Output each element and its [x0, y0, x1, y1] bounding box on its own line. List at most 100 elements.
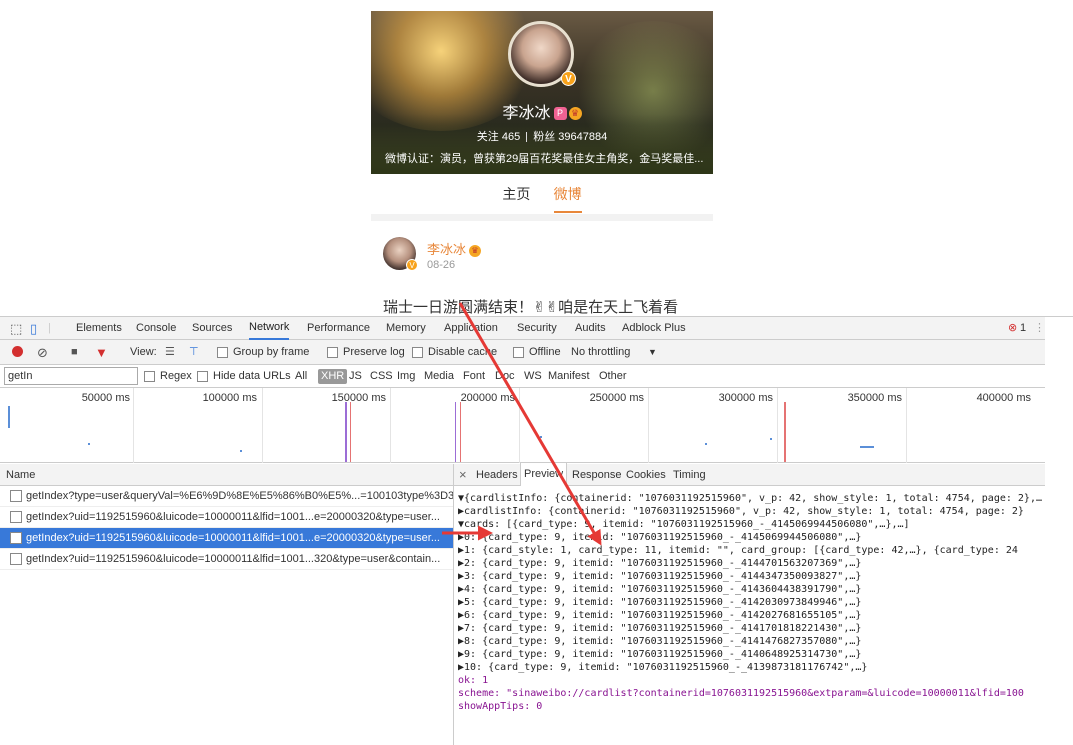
- preview-line[interactable]: ▶10: {card_type: 9, itemid: "10760311925…: [458, 661, 867, 674]
- preview-line[interactable]: ▶4: {card_type: 9, itemid: "107603119251…: [458, 583, 861, 596]
- waterfall-view-icon[interactable]: ⊤: [189, 340, 199, 365]
- error-icon[interactable]: ⊗: [1008, 317, 1017, 340]
- preview-line[interactable]: ▶2: {card_type: 9, itemid: "107603119251…: [458, 557, 861, 570]
- preview-line[interactable]: ▼{cardlistInfo: {containerid: "107603119…: [458, 492, 1042, 505]
- record-icon[interactable]: [12, 346, 23, 357]
- preview-line[interactable]: ▶8: {card_type: 9, itemid: "107603119251…: [458, 635, 861, 648]
- tab-home[interactable]: 主页: [502, 184, 530, 211]
- detail-tabbar: × Headers Preview Response Cookies Timin…: [454, 463, 1045, 486]
- filter-icon[interactable]: ▼: [95, 340, 108, 365]
- tab-timing[interactable]: Timing: [673, 464, 706, 486]
- request-name[interactable]: getIndex?type=user&queryVal=%E6%9D%8E%E5…: [26, 486, 453, 506]
- type-js[interactable]: JS: [349, 365, 362, 388]
- followers-count[interactable]: 粉丝 39647884: [533, 131, 607, 143]
- preview-line[interactable]: ▶7: {card_type: 9, itemid: "107603119251…: [458, 622, 861, 635]
- request-row-selected[interactable]: getIndex?uid=1192515960&luicode=10000011…: [0, 528, 453, 549]
- device-toggle-icon[interactable]: ▯: [30, 317, 37, 340]
- list-view-icon[interactable]: ☰: [165, 340, 175, 365]
- timeline-tick: 100000 ms: [202, 392, 257, 404]
- tab-security[interactable]: Security: [517, 317, 557, 340]
- tab-audits[interactable]: Audits: [575, 317, 606, 340]
- type-img[interactable]: Img: [397, 365, 415, 388]
- preview-line[interactable]: ▶5: {card_type: 9, itemid: "107603119251…: [458, 596, 861, 609]
- video-capture-icon[interactable]: ■: [71, 340, 78, 365]
- divider: |: [48, 322, 51, 334]
- preview-line[interactable]: ▶1: {card_style: 1, card_type: 11, itemi…: [458, 544, 1018, 557]
- tab-elements[interactable]: Elements: [76, 317, 122, 340]
- preview-line[interactable]: ok: 1: [458, 674, 488, 687]
- type-manifest[interactable]: Manifest: [548, 365, 590, 388]
- timeline-overview[interactable]: 50000 ms 100000 ms 150000 ms 200000 ms 2…: [0, 388, 1045, 463]
- request-name[interactable]: getIndex?uid=1192515960&luicode=10000011…: [26, 528, 440, 548]
- filter-input[interactable]: getIn: [4, 367, 138, 385]
- tab-performance[interactable]: Performance: [307, 317, 370, 340]
- tab-weibo[interactable]: 微博: [553, 184, 582, 213]
- throttling-select[interactable]: No throttling: [571, 340, 630, 365]
- preview-line[interactable]: ▶3: {card_type: 9, itemid: "107603119251…: [458, 570, 861, 583]
- hide-data-urls-checkbox[interactable]: [197, 371, 208, 382]
- error-count[interactable]: 1: [1020, 317, 1026, 340]
- post-text[interactable]: 瑞士一日游圆满结束！✌✌咱是在天上飞着看: [383, 296, 713, 316]
- offline-checkbox[interactable]: [513, 347, 524, 358]
- tab-memory[interactable]: Memory: [386, 317, 426, 340]
- timeline-bar: [350, 402, 351, 462]
- row-checkbox: [10, 553, 22, 565]
- screenshot: { "profile":{ "name":"李冰冰", "vip_tag":"P…: [0, 0, 1073, 745]
- divider: [526, 132, 528, 143]
- preview-line[interactable]: ▶cardlistInfo: {containerid: "1076031192…: [458, 505, 1024, 518]
- tab-response[interactable]: Response: [572, 464, 622, 486]
- preserve-log-checkbox[interactable]: [327, 347, 338, 358]
- chevron-down-icon[interactable]: ▼: [648, 340, 657, 365]
- crown-icon: ♛: [568, 107, 582, 121]
- type-doc[interactable]: Doc: [495, 365, 515, 388]
- type-font[interactable]: Font: [463, 365, 485, 388]
- tab-adblock-plus[interactable]: Adblock Plus: [622, 317, 686, 340]
- type-all[interactable]: All: [295, 365, 307, 388]
- tab-console[interactable]: Console: [136, 317, 176, 340]
- request-row[interactable]: getIndex?type=user&queryVal=%E6%9D%8E%E5…: [0, 486, 453, 507]
- preview-line[interactable]: ▶6: {card_type: 9, itemid: "107603119251…: [458, 609, 861, 622]
- panel-divider[interactable]: [453, 464, 454, 745]
- timeline-tick: 400000 ms: [976, 392, 1031, 404]
- tab-headers[interactable]: Headers: [476, 464, 518, 486]
- preview-line[interactable]: scheme: "sinaweibo://cardlist?containeri…: [458, 687, 1024, 700]
- post-username[interactable]: 李冰冰 ♛: [427, 239, 482, 258]
- tab-cookies[interactable]: Cookies: [626, 464, 666, 486]
- request-name[interactable]: getIndex?uid=1192515960&luicode=10000011…: [26, 549, 440, 569]
- name-column-header[interactable]: Name: [0, 464, 453, 486]
- regex-checkbox[interactable]: [144, 371, 155, 382]
- type-other[interactable]: Other: [599, 365, 627, 388]
- request-row[interactable]: getIndex?uid=1192515960&luicode=10000011…: [0, 549, 453, 570]
- tab-preview[interactable]: Preview: [520, 463, 568, 486]
- preview-line[interactable]: ▶0: {card_type: 9, itemid: "107603119251…: [458, 531, 861, 544]
- post-username-text[interactable]: 李冰冰: [427, 242, 466, 257]
- crown-icon: ♛: [469, 244, 482, 257]
- group-by-frame-label: Group by frame: [233, 346, 310, 358]
- tab-application[interactable]: Application: [444, 317, 498, 340]
- type-xhr[interactable]: XHR: [318, 369, 348, 384]
- type-css[interactable]: CSS: [370, 365, 393, 388]
- group-by-frame-checkbox[interactable]: [217, 347, 228, 358]
- timeline-gridline: [133, 388, 134, 463]
- type-ws[interactable]: WS: [524, 365, 542, 388]
- close-icon[interactable]: ×: [459, 464, 467, 486]
- preview-line[interactable]: showAppTips: 0: [458, 700, 542, 713]
- preview-line[interactable]: ▶9: {card_type: 9, itemid: "107603119251…: [458, 648, 861, 661]
- request-name[interactable]: getIndex?uid=1192515960&luicode=10000011…: [26, 507, 440, 527]
- timeline-gridline: [648, 388, 649, 463]
- profile-name: 李冰冰 P ♛: [371, 99, 713, 123]
- request-row[interactable]: getIndex?uid=1192515960&luicode=10000011…: [0, 507, 453, 528]
- more-menu-icon[interactable]: ⋮: [1034, 317, 1045, 340]
- tab-sources[interactable]: Sources: [192, 317, 232, 340]
- clear-icon[interactable]: ⊘: [37, 340, 48, 365]
- type-media[interactable]: Media: [424, 365, 454, 388]
- tab-network[interactable]: Network: [249, 317, 290, 340]
- preview-line[interactable]: ▼cards: [{card_type: 9, itemid: "1076031…: [458, 518, 910, 531]
- timeline-gridline: [906, 388, 907, 463]
- disable-cache-checkbox[interactable]: [412, 347, 423, 358]
- inspect-icon[interactable]: ⬚: [10, 317, 22, 340]
- timeline-tick: 300000 ms: [718, 392, 773, 404]
- following-count[interactable]: 关注 465: [477, 131, 520, 143]
- post-card[interactable]: V 李冰冰 ♛ 08-26 瑞士一日游圆满结束！✌✌咱是在天上飞着看: [371, 221, 713, 316]
- offline-label: Offline: [529, 346, 561, 358]
